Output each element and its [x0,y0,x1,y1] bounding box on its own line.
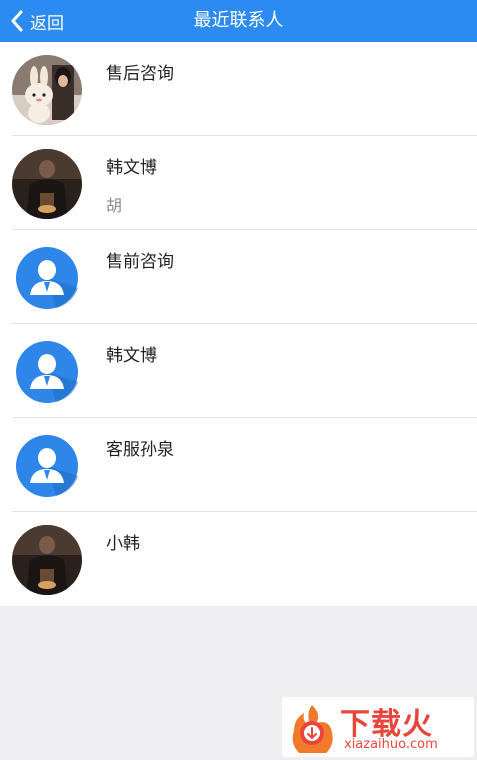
contact-row[interactable]: 售后咨询 [0,42,477,136]
back-button[interactable]: 返回 [10,0,64,42]
back-label: 返回 [30,13,64,34]
watermark: 下载火 xiazaihuo.com [282,697,474,759]
contact-row[interactable]: 售前咨询 [0,230,477,324]
flame-logo-icon [286,701,338,759]
contact-row[interactable]: 韩文博 胡 [0,136,477,230]
chevron-left-icon [10,10,24,32]
contact-row[interactable]: 客服孙泉 [0,418,477,512]
contact-row[interactable]: 韩文博 [0,324,477,418]
contact-list: 售后咨询 韩文博 胡 售前咨询 韩文博 客服孙泉 小韩 [0,42,477,606]
contact-name: 小韩 [106,534,140,554]
default-user-icon [12,337,82,407]
man-photo-avatar [12,525,82,595]
default-user-icon [12,243,82,313]
bunny-photo-avatar [12,55,82,125]
contact-subtitle: 胡 [106,196,123,215]
contact-name: 售后咨询 [106,64,174,84]
contact-row[interactable]: 小韩 [0,512,477,606]
contact-name: 韩文博 [106,158,157,178]
contact-name: 客服孙泉 [106,440,174,460]
contact-name: 售前咨询 [106,252,174,272]
navigation-bar: 返回 最近联系人 [0,0,477,42]
contact-name: 韩文博 [106,346,157,366]
page-title: 最近联系人 [193,10,284,31]
man-photo-avatar [12,149,82,219]
watermark-url: xiazaihuo.com [344,737,438,752]
default-user-icon [12,431,82,501]
